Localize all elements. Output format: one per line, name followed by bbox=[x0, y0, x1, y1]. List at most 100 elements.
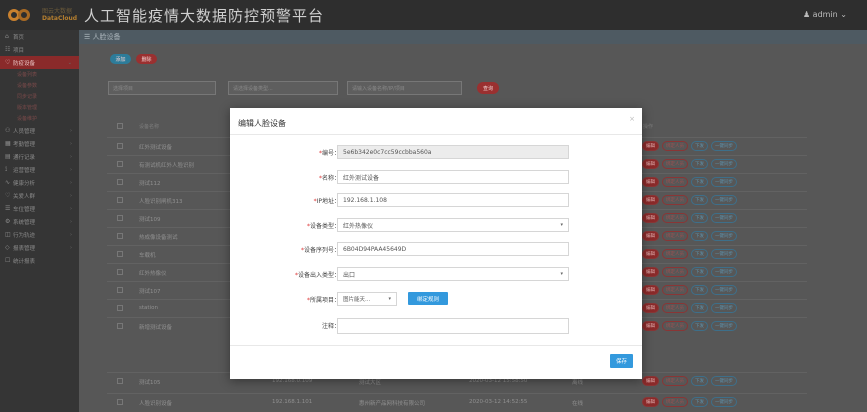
bind-people-button[interactable]: 绑定人员 bbox=[662, 321, 688, 331]
sidebar-item-project[interactable]: ☷ 项目 bbox=[0, 43, 79, 56]
sync-button[interactable]: 一键同步 bbox=[711, 285, 737, 295]
sidebar-item-attendance[interactable]: ▦ 考勤管理 › bbox=[0, 137, 79, 150]
bind-people-button[interactable]: 绑定人员 bbox=[662, 397, 688, 407]
issue-button[interactable]: 下发 bbox=[691, 249, 708, 259]
bind-people-button[interactable]: 绑定人员 bbox=[662, 141, 688, 151]
sync-button[interactable]: 一键同步 bbox=[711, 231, 737, 241]
device-name-field[interactable]: 红外测试设备 bbox=[337, 170, 569, 184]
note-field[interactable] bbox=[337, 318, 569, 334]
issue-button[interactable]: 下发 bbox=[691, 159, 708, 169]
save-button[interactable]: 保存 bbox=[610, 354, 633, 368]
bind-people-button[interactable]: 绑定人员 bbox=[662, 285, 688, 295]
row-checkbox[interactable] bbox=[117, 378, 123, 384]
issue-button[interactable]: 下发 bbox=[691, 267, 708, 277]
row-checkbox[interactable] bbox=[117, 161, 123, 167]
close-icon[interactable]: × bbox=[629, 115, 635, 123]
sync-button[interactable]: 一键同步 bbox=[711, 376, 737, 386]
sidebar-item-parking[interactable]: ☰ 车位管理 › bbox=[0, 202, 79, 215]
bind-people-button[interactable]: 绑定人员 bbox=[662, 159, 688, 169]
issue-button[interactable]: 下发 bbox=[691, 303, 708, 313]
edit-button[interactable]: 编辑 bbox=[642, 397, 659, 407]
sidebar-item-track[interactable]: ◫ 行为轨迹 › bbox=[0, 228, 79, 241]
bind-rule-button[interactable]: 绑定规则 bbox=[408, 292, 448, 305]
sidebar-item-care[interactable]: ♡ 关爱人群 › bbox=[0, 189, 79, 202]
sync-button[interactable]: 一键同步 bbox=[711, 249, 737, 259]
issue-button[interactable]: 下发 bbox=[691, 231, 708, 241]
sync-button[interactable]: 一键同步 bbox=[711, 397, 737, 407]
sync-button[interactable]: 一键同步 bbox=[711, 213, 737, 223]
ip-address-field[interactable]: 192.168.1.108 bbox=[337, 193, 569, 207]
sidebar-item-operations[interactable]: ⟟ 运营管理 › bbox=[0, 163, 79, 176]
issue-button[interactable]: 下发 bbox=[691, 376, 708, 386]
sidebar-subitem[interactable]: 版本管理 bbox=[0, 102, 79, 113]
sync-button[interactable]: 一键同步 bbox=[711, 267, 737, 277]
issue-button[interactable]: 下发 bbox=[691, 397, 708, 407]
project-select[interactable]: 图片能天... ▾ bbox=[337, 292, 397, 306]
edit-button[interactable]: 编辑 bbox=[642, 321, 659, 331]
edit-button[interactable]: 编辑 bbox=[642, 376, 659, 386]
edit-button[interactable]: 编辑 bbox=[642, 213, 659, 223]
issue-button[interactable]: 下发 bbox=[691, 177, 708, 187]
device-type-select[interactable]: 红外热像仪 ▾ bbox=[337, 218, 569, 232]
bind-people-button[interactable]: 绑定人员 bbox=[662, 213, 688, 223]
issue-button[interactable]: 下发 bbox=[691, 213, 708, 223]
row-checkbox[interactable] bbox=[117, 233, 123, 239]
search-button[interactable]: 查询 bbox=[477, 82, 499, 94]
delete-button[interactable]: 删除 bbox=[136, 54, 157, 64]
edit-button[interactable]: 编辑 bbox=[642, 159, 659, 169]
search-input[interactable]: 请输入设备名称/IP/项目 bbox=[347, 81, 462, 95]
select-all-checkbox[interactable] bbox=[117, 123, 123, 129]
direction-type-select[interactable]: 出口 ▾ bbox=[337, 267, 569, 281]
edit-button[interactable]: 编辑 bbox=[642, 177, 659, 187]
bind-people-button[interactable]: 绑定人员 bbox=[662, 249, 688, 259]
sidebar-subitem[interactable]: 设备维护 bbox=[0, 113, 79, 124]
sync-button[interactable]: 一键同步 bbox=[711, 303, 737, 313]
edit-button[interactable]: 编辑 bbox=[642, 141, 659, 151]
project-filter[interactable]: 选择项目 bbox=[108, 81, 216, 95]
bind-people-button[interactable]: 绑定人员 bbox=[662, 177, 688, 187]
bind-people-button[interactable]: 绑定人员 bbox=[662, 303, 688, 313]
sidebar-subitem[interactable]: 设备参数 bbox=[0, 80, 79, 91]
row-checkbox[interactable] bbox=[117, 287, 123, 293]
sync-button[interactable]: 一键同步 bbox=[711, 141, 737, 151]
sidebar-subitem[interactable]: 设备列表 bbox=[0, 69, 79, 80]
edit-button[interactable]: 编辑 bbox=[642, 267, 659, 277]
sidebar-subitem[interactable]: 同步记录 bbox=[0, 91, 79, 102]
bind-people-button[interactable]: 绑定人员 bbox=[662, 267, 688, 277]
row-checkbox[interactable] bbox=[117, 251, 123, 257]
user-menu[interactable]: ♟ admin ⌄ bbox=[803, 10, 847, 19]
row-checkbox[interactable] bbox=[117, 323, 123, 329]
sidebar-item-stats[interactable]: ☐ 统计报表 bbox=[0, 254, 79, 267]
row-checkbox[interactable] bbox=[117, 197, 123, 203]
sidebar-item-reports[interactable]: ◇ 报表管理 › bbox=[0, 241, 79, 254]
issue-button[interactable]: 下发 bbox=[691, 195, 708, 205]
serial-number-field[interactable]: 6B04D94PAA45649D bbox=[337, 242, 569, 256]
row-checkbox[interactable] bbox=[117, 143, 123, 149]
bind-people-button[interactable]: 绑定人员 bbox=[662, 195, 688, 205]
add-button[interactable]: 添加 bbox=[110, 54, 131, 64]
sync-button[interactable]: 一键同步 bbox=[711, 177, 737, 187]
sidebar-item-access-log[interactable]: ▤ 通行记录 › bbox=[0, 150, 79, 163]
sync-button[interactable]: 一键同步 bbox=[711, 321, 737, 331]
edit-button[interactable]: 编辑 bbox=[642, 195, 659, 205]
sidebar-item-health[interactable]: ∿ 健康分析 › bbox=[0, 176, 79, 189]
sync-button[interactable]: 一键同步 bbox=[711, 159, 737, 169]
edit-button[interactable]: 编辑 bbox=[642, 303, 659, 313]
issue-button[interactable]: 下发 bbox=[691, 141, 708, 151]
edit-button[interactable]: 编辑 bbox=[642, 285, 659, 295]
sidebar-item-system[interactable]: ⚙ 系统管理 › bbox=[0, 215, 79, 228]
sidebar-item-people[interactable]: ⚇ 人员管理 › bbox=[0, 124, 79, 137]
issue-button[interactable]: 下发 bbox=[691, 285, 708, 295]
edit-button[interactable]: 编辑 bbox=[642, 249, 659, 259]
row-checkbox[interactable] bbox=[117, 269, 123, 275]
bind-people-button[interactable]: 绑定人员 bbox=[662, 376, 688, 386]
sync-button[interactable]: 一键同步 bbox=[711, 195, 737, 205]
issue-button[interactable]: 下发 bbox=[691, 321, 708, 331]
device-type-filter[interactable]: 请选择设备类型... bbox=[228, 81, 338, 95]
row-checkbox[interactable] bbox=[117, 399, 123, 405]
row-checkbox[interactable] bbox=[117, 215, 123, 221]
sidebar-item-devices[interactable]: ♡ 防疫设备 ⌄ bbox=[0, 56, 79, 69]
row-checkbox[interactable] bbox=[117, 305, 123, 311]
row-checkbox[interactable] bbox=[117, 179, 123, 185]
sidebar-item-home[interactable]: ⌂ 首页 bbox=[0, 30, 79, 43]
